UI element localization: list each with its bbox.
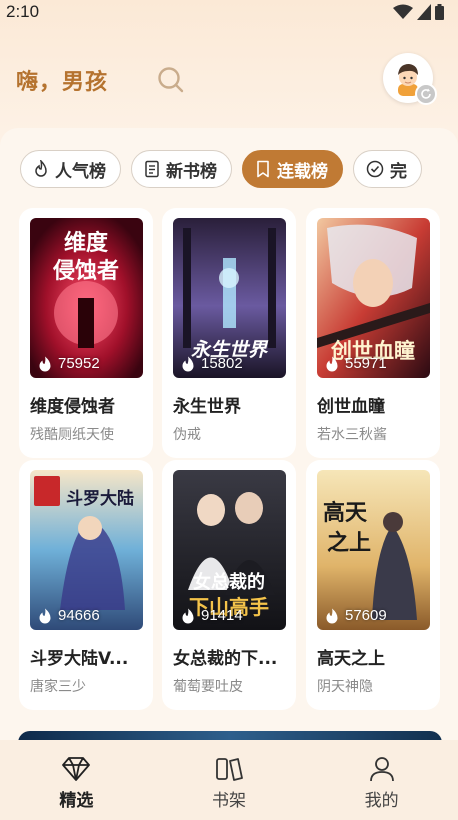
tab-serializing[interactable]: 连载榜 <box>242 150 343 188</box>
svg-text:维度: 维度 <box>64 230 109 256</box>
heat-count: 15802 <box>181 355 243 372</box>
heat-count: 91414 <box>181 607 243 624</box>
refresh-icon[interactable] <box>415 83 437 105</box>
svg-text:女总裁的: 女总裁的 <box>193 571 265 593</box>
book-card[interactable]: 创世血瞳 55971 创世血瞳 若水三秋酱 <box>306 208 440 458</box>
avatar[interactable] <box>383 53 437 105</box>
flame-icon <box>326 608 338 623</box>
battery-icon <box>435 4 444 20</box>
book-cover: 高天 之上 57609 <box>317 470 430 630</box>
flame-icon <box>39 356 51 371</box>
status-time: 2:10 <box>6 2 40 21</box>
book-cover: 维度 侵蚀者 75952 <box>30 218 143 378</box>
book-card[interactable]: 永生世界 15802 永生世界 伪戒 <box>162 208 296 458</box>
flame-icon <box>39 608 51 623</box>
book-title: 创世血瞳 <box>317 397 385 417</box>
book-author: 唐家三少 <box>30 679 86 695</box>
flame-outline-icon <box>35 160 47 177</box>
bottom-nav: 精选 书架 我的 <box>0 740 458 820</box>
ranking-tabs: 人气榜 新书榜 连载榜 完 <box>20 150 422 188</box>
nav-label: 我的 <box>364 791 399 811</box>
book-author: 葡萄要吐皮 <box>173 679 243 695</box>
book-author: 阴天神隐 <box>317 679 373 695</box>
tab-label: 连载榜 <box>277 161 328 182</box>
flame-icon <box>182 356 194 371</box>
greeting-title: 嗨，男孩 <box>16 69 109 95</box>
flame-icon <box>182 608 194 623</box>
tab-label: 新书榜 <box>166 161 217 182</box>
book-card[interactable]: 斗罗大陆 94666 斗罗大陆V... 唐家三少 <box>19 460 153 710</box>
book-cover: 斗罗大陆 94666 <box>30 470 143 630</box>
nav-featured[interactable]: 精选 <box>0 740 153 820</box>
svg-text:之上: 之上 <box>327 530 371 556</box>
book-title: 女总裁的下... <box>173 649 278 669</box>
heat-count: 75952 <box>38 355 100 372</box>
book-card[interactable]: 女总裁的 下山高手 91414 女总裁的下... 葡萄要吐皮 <box>162 460 296 710</box>
nav-label: 精选 <box>59 791 94 811</box>
svg-text:高天: 高天 <box>323 500 368 526</box>
nav-profile[interactable]: 我的 <box>305 740 458 820</box>
bookshelf-icon <box>216 758 243 781</box>
search-icon[interactable] <box>157 66 185 94</box>
nav-bookshelf[interactable]: 书架 <box>153 740 306 820</box>
book-card[interactable]: 维度 侵蚀者 75952 维度侵蚀者 残酷厕纸天使 <box>19 208 153 458</box>
book-title: 斗罗大陆V... <box>30 649 129 669</box>
book-cover: 女总裁的 下山高手 91414 <box>173 470 286 630</box>
nav-label: 书架 <box>212 791 246 811</box>
heat-count: 94666 <box>38 607 100 624</box>
signal-icon <box>417 4 431 20</box>
svg-text:斗罗大陆: 斗罗大陆 <box>66 488 134 509</box>
wifi-icon <box>393 4 413 19</box>
book-cover: 创世血瞳 55971 <box>317 218 430 378</box>
status-icons <box>393 4 444 20</box>
book-page-icon <box>145 160 159 178</box>
book-author: 残酷厕纸天使 <box>30 427 114 443</box>
tab-label: 完 <box>390 161 407 182</box>
flame-icon <box>326 356 338 371</box>
book-title: 永生世界 <box>173 397 241 417</box>
bookmark-icon <box>257 160 269 178</box>
tab-completed[interactable]: 完 <box>353 150 422 188</box>
book-author: 若水三秋酱 <box>317 427 387 443</box>
heat-count: 57609 <box>325 607 387 624</box>
check-circle-icon <box>366 160 384 178</box>
status-bar: 2:10 <box>0 0 458 28</box>
book-title: 维度侵蚀者 <box>30 397 115 417</box>
tab-label: 人气榜 <box>55 161 106 182</box>
svg-text:侵蚀者: 侵蚀者 <box>52 258 119 284</box>
diamond-icon <box>62 757 91 781</box>
book-cover: 永生世界 15802 <box>173 218 286 378</box>
tab-popular[interactable]: 人气榜 <box>20 150 121 188</box>
book-title: 高天之上 <box>317 649 385 669</box>
book-card[interactable]: 高天 之上 57609 高天之上 阴天神隐 <box>306 460 440 710</box>
person-icon <box>369 757 394 782</box>
tab-new-books[interactable]: 新书榜 <box>131 150 232 188</box>
book-author: 伪戒 <box>173 427 201 443</box>
heat-count: 55971 <box>325 355 387 372</box>
